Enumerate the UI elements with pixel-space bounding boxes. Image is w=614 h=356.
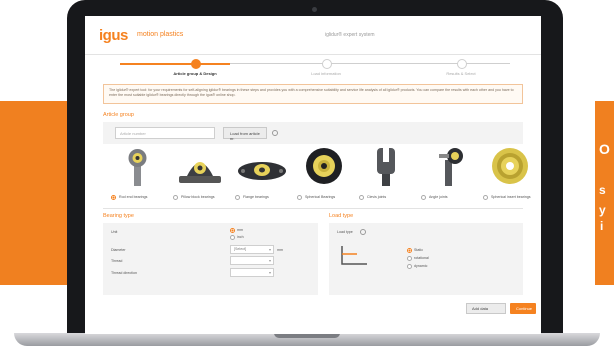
- bearing-type-title: Bearing type: [103, 213, 134, 219]
- spherical-insert-bearing-icon: [492, 148, 528, 184]
- flange-label: Flange bearings: [243, 195, 269, 199]
- unit-mm-radio[interactable]: [230, 228, 235, 233]
- brand-tagline: motion plastics: [137, 31, 184, 38]
- clevis-label: Clevis joints: [367, 195, 387, 199]
- help-icon[interactable]: [360, 229, 366, 235]
- article-item-rod-end[interactable]: Rod end bearings: [107, 144, 169, 204]
- diameter-select[interactable]: [Select] ▾: [230, 245, 274, 254]
- pillow-block-bearing-icon: [179, 162, 221, 183]
- article-group-title: Article group: [103, 112, 134, 118]
- banner-text-line-4: i: [600, 219, 604, 233]
- load-diagram-icon: [341, 246, 367, 265]
- step-3-label: Results & Select: [446, 71, 476, 76]
- load-rotational-radio[interactable]: [407, 256, 412, 261]
- load-dynamic-label: dynamic: [414, 264, 428, 268]
- thread-direction-label: Thread direction: [111, 271, 137, 275]
- load-rotational-label: rotational: [414, 256, 429, 260]
- diameter-label: Diameter: [111, 248, 126, 252]
- step-1-dot[interactable]: [191, 59, 201, 69]
- load-static-radio[interactable]: [407, 248, 412, 253]
- section-divider: [103, 208, 523, 209]
- load-from-article-button[interactable]: Load from article nr.: [223, 127, 267, 141]
- diameter-unit: mm: [277, 248, 283, 252]
- chevron-down-icon: ▾: [268, 247, 271, 252]
- load-dynamic-radio[interactable]: [407, 264, 412, 269]
- unit-inch-label: inch: [237, 235, 244, 239]
- diameter-select-value: [Select]: [234, 247, 246, 251]
- flange-bearing-icon: [238, 162, 286, 180]
- chevron-down-icon: ▾: [268, 270, 271, 275]
- rod-end-label: Rod end bearings: [119, 195, 148, 199]
- pillow-block-label: Pillow block bearings: [181, 195, 215, 199]
- help-icon[interactable]: [272, 130, 278, 136]
- step-2-label: Load information: [311, 71, 341, 76]
- rod-end-bearing-icon: [128, 149, 147, 186]
- load-type-title: Load type: [329, 213, 354, 219]
- banner-right-panel: O s y i: [595, 101, 614, 285]
- app-title: iglidur® expert system: [325, 32, 375, 38]
- unit-label: Unit: [111, 230, 118, 234]
- stepper-track: [230, 63, 510, 64]
- webcam: [312, 7, 317, 12]
- continue-button[interactable]: Continue: [510, 303, 536, 314]
- laptop-screen: igus motion plastics iglidur® expert sys…: [85, 16, 541, 334]
- article-item-pillow-block[interactable]: Pillow block bearings: [169, 144, 231, 204]
- step-1-label: Article group & Design: [173, 71, 217, 76]
- angle-radio[interactable]: [421, 195, 426, 200]
- spherical-insert-label: Spherical insert bearings: [491, 195, 531, 199]
- article-item-flange[interactable]: Flange bearings: [231, 144, 293, 204]
- info-box: The iglidur® expert tool: for your requi…: [103, 84, 523, 104]
- spherical-bearing-icon: [306, 148, 342, 184]
- chevron-down-icon: ▾: [268, 258, 271, 263]
- angle-label: Angle joints: [429, 195, 448, 199]
- article-item-spherical[interactable]: Spherical Bearings: [293, 144, 355, 204]
- article-item-spherical-insert[interactable]: Spherical insert bearings: [479, 144, 541, 204]
- spherical-insert-radio[interactable]: [483, 195, 488, 200]
- pillow-block-radio[interactable]: [173, 195, 178, 200]
- banner-text-line-2: s: [599, 183, 606, 197]
- spherical-label: Spherical Bearings: [305, 195, 336, 199]
- thread-label: Thread: [111, 259, 123, 263]
- banner-text-line-1: O: [599, 141, 610, 157]
- spherical-radio[interactable]: [297, 195, 302, 200]
- unit-inch-radio[interactable]: [230, 235, 235, 240]
- thread-select[interactable]: ▾: [230, 256, 274, 265]
- add-data-label: Add data: [472, 306, 489, 311]
- wizard-stepper: Article group & Design Load information …: [85, 57, 541, 87]
- igus-logo[interactable]: igus: [99, 27, 128, 44]
- clevis-joint-icon: [377, 148, 395, 186]
- rod-end-radio[interactable]: [111, 195, 116, 200]
- article-number-input[interactable]: Article number: [115, 127, 215, 139]
- angle-joint-icon: [439, 148, 463, 186]
- flange-radio[interactable]: [235, 195, 240, 200]
- article-item-clevis[interactable]: Clevis joints: [355, 144, 417, 204]
- load-type-label: Load type: [337, 230, 353, 234]
- step-3-dot[interactable]: [457, 59, 467, 69]
- step-2-dot[interactable]: [322, 59, 332, 69]
- header-divider: [85, 54, 541, 55]
- unit-mm-label: mm: [237, 228, 243, 232]
- banner-text-line-3: y: [599, 203, 606, 217]
- app-header: igus motion plastics iglidur® expert sys…: [85, 16, 541, 54]
- clevis-radio[interactable]: [359, 195, 364, 200]
- load-static-label: Static: [414, 248, 423, 252]
- bearing-type-panel: [103, 223, 318, 295]
- add-data-button[interactable]: Add data: [466, 303, 506, 314]
- stepper-progress: [120, 63, 230, 65]
- article-item-angle[interactable]: Angle joints: [417, 144, 479, 204]
- thread-direction-select[interactable]: ▾: [230, 268, 274, 277]
